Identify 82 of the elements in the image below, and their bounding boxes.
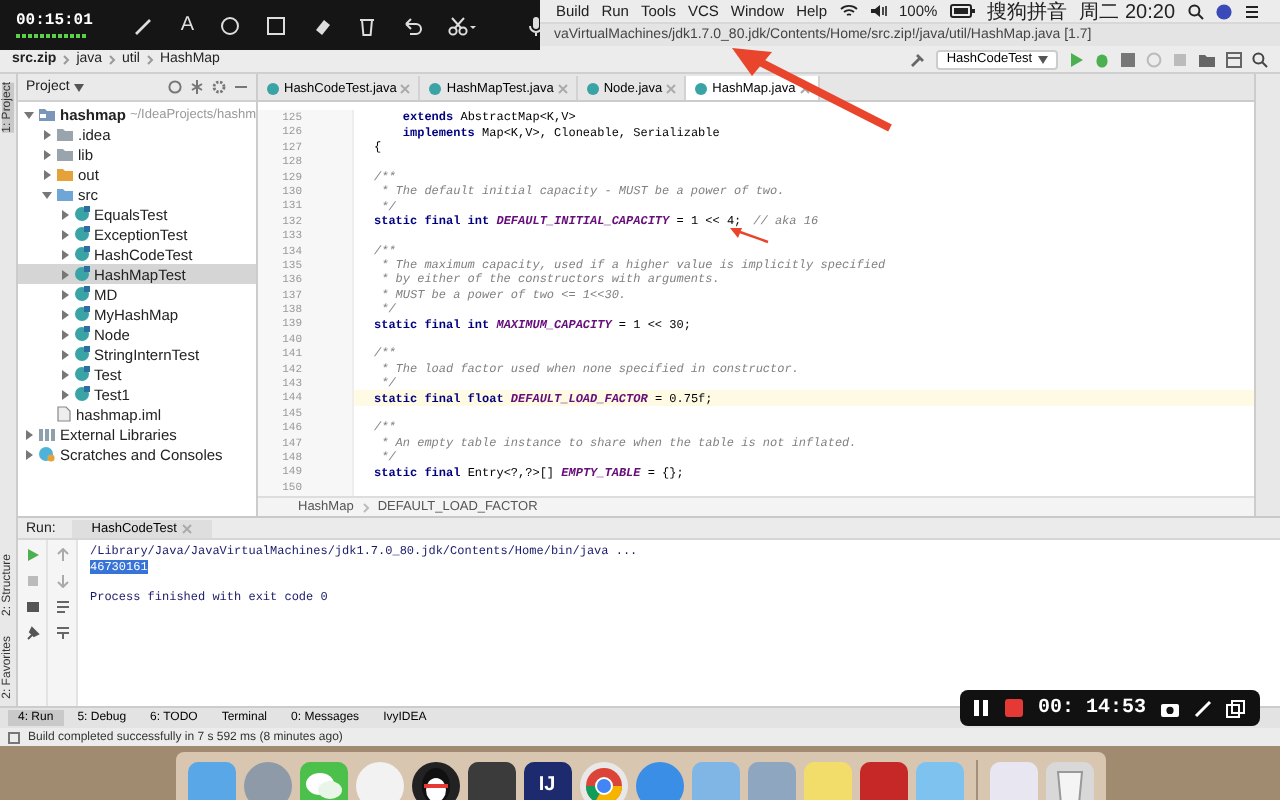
class-icon [694, 81, 709, 95]
undo-icon [402, 15, 423, 35]
stop-button[interactable] [1004, 698, 1024, 718]
chevron-icon [145, 53, 154, 65]
class-icon [585, 81, 600, 95]
caret-icon [73, 83, 84, 91]
battery-icon [949, 4, 976, 18]
input-method[interactable]: 搜狗拼音 [987, 0, 1068, 25]
wrap-icon [55, 600, 69, 614]
class-icon [74, 346, 90, 362]
class-icon [74, 386, 90, 402]
menu-list-icon [1243, 3, 1260, 19]
layout-icon [1226, 51, 1242, 67]
stop-icon [1004, 698, 1024, 718]
camera-icon [1160, 699, 1181, 717]
module-folder-icon [38, 106, 56, 122]
class-icon [74, 286, 90, 302]
folder-icon [1198, 51, 1216, 67]
pause-icon [972, 698, 990, 718]
stop-icon [1172, 51, 1188, 67]
up-arrow-icon [55, 548, 69, 562]
chevron-icon [62, 53, 71, 65]
recording-timer: 00: 14:53 [1038, 697, 1147, 719]
run-icon [25, 548, 39, 562]
pen-icon [1194, 699, 1213, 717]
search-icon [1187, 3, 1204, 19]
class-icon [74, 266, 90, 282]
app-icon[interactable] [411, 761, 459, 800]
annotation-arrow [730, 228, 769, 244]
menu-clock[interactable]: 周二 20:20 [1079, 0, 1176, 25]
stop-icon [25, 574, 39, 588]
expanded-arrow-icon [23, 109, 33, 119]
hammer-icon [910, 51, 927, 67]
pin-icon [25, 626, 39, 640]
trash-icon [358, 15, 377, 35]
speaker-icon [869, 4, 888, 18]
wifi-icon [839, 4, 858, 18]
settings-icon [212, 80, 226, 94]
bug-icon [1094, 51, 1110, 67]
scissors-icon [448, 15, 477, 35]
run-icon [1068, 51, 1084, 67]
class-icon [74, 306, 90, 322]
text-tool[interactable]: A [180, 14, 195, 36]
class-icon [74, 366, 90, 382]
class-icon [266, 81, 280, 95]
coverage-icon [1120, 51, 1136, 67]
close-icon [666, 83, 677, 93]
class-icon [74, 206, 90, 222]
close-icon [400, 83, 411, 93]
app-icon[interactable] [467, 761, 515, 800]
class-icon [74, 246, 90, 262]
circle-icon [220, 15, 241, 35]
chevron-icon [108, 53, 117, 65]
close-icon [799, 83, 810, 93]
library-icon [38, 426, 56, 442]
status-icon [8, 731, 20, 743]
pen-icon [134, 15, 155, 35]
caret-icon [1038, 55, 1048, 63]
dump-icon [25, 600, 39, 614]
class-icon [74, 326, 90, 342]
collapse-icon [190, 80, 204, 94]
scratches-icon [38, 446, 56, 462]
recording-timer: 00:15:01 [16, 12, 93, 30]
class-icon [428, 81, 443, 95]
chevron-icon [361, 501, 370, 513]
search-icon [1252, 51, 1268, 67]
close-icon [557, 83, 568, 93]
expanded-arrow-icon [41, 189, 51, 199]
square-icon [266, 15, 287, 35]
file-icon [56, 406, 72, 422]
app-icon[interactable]: IJ [523, 761, 571, 800]
scroll-end-icon [55, 626, 69, 640]
down-arrow-icon [55, 574, 69, 588]
window-icon [1226, 699, 1247, 717]
assistant-icon [1215, 3, 1232, 19]
close-icon [182, 523, 193, 533]
class-icon [74, 226, 90, 242]
pause-button[interactable] [972, 698, 990, 718]
minimize-icon [234, 80, 248, 94]
target-icon [168, 80, 182, 94]
profiler-icon [1146, 51, 1162, 67]
eraser-icon [312, 15, 333, 35]
